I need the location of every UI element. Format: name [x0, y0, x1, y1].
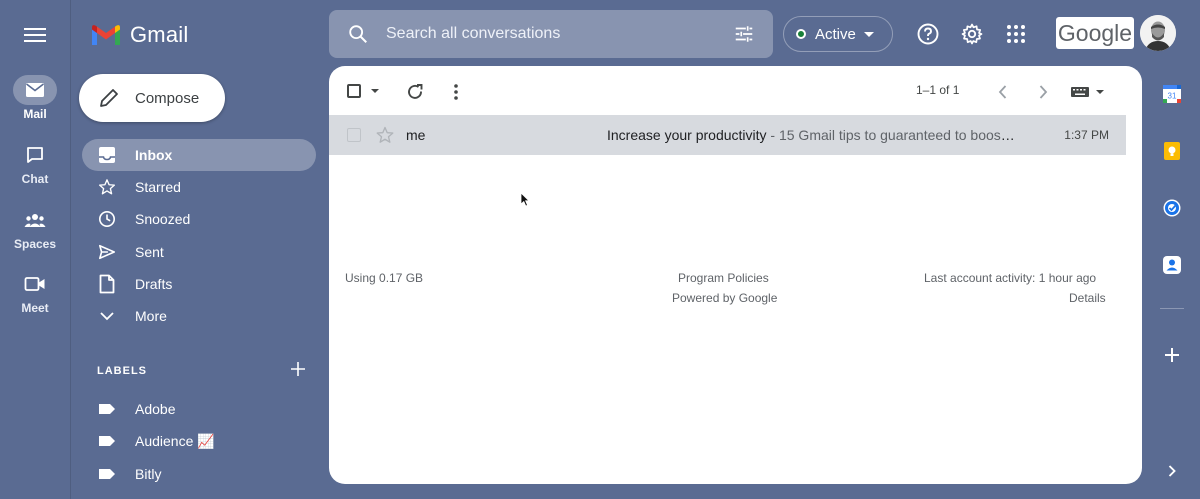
tasks-icon[interactable] [1162, 198, 1182, 218]
mouse-pointer-icon [520, 192, 530, 207]
chevron-down-icon [97, 306, 117, 326]
search-input[interactable]: Search all conversations [386, 25, 733, 43]
google-brand-text: Google [1057, 19, 1133, 46]
input-tools-button[interactable] [1070, 84, 1110, 100]
label-tag-icon [97, 399, 117, 419]
status-dot-icon [796, 29, 806, 39]
chevron-right-icon[interactable] [1033, 82, 1053, 102]
rail-item-label: Spaces [13, 237, 57, 251]
message-time: 1:37 PM [1064, 128, 1109, 142]
chat-icon [27, 147, 43, 163]
gmail-m-icon [92, 25, 120, 45]
nav-item-label: Starred [135, 179, 181, 195]
program-policies-link[interactable]: Program Policies [678, 271, 769, 285]
caret-down-icon [1096, 90, 1104, 94]
select-dropdown-icon[interactable] [371, 89, 379, 93]
label-tag-icon [97, 464, 117, 484]
chevron-left-icon[interactable] [993, 82, 1013, 102]
star-icon [97, 177, 117, 197]
nav-item-starred[interactable]: Starred [82, 171, 316, 203]
compose-button[interactable]: Compose [79, 74, 225, 122]
chevron-right-icon[interactable] [1162, 461, 1182, 481]
search-filter-icon[interactable] [733, 23, 755, 45]
nav-item-label: Sent [135, 244, 164, 260]
gmail-logo[interactable]: Gmail [90, 22, 188, 48]
inbox-icon [97, 145, 117, 165]
nav-item-inbox[interactable]: Inbox [82, 139, 316, 171]
nav-item-label: Inbox [135, 147, 173, 163]
app-rail: Mail Chat Spaces Meet [0, 0, 71, 499]
apps-grid-icon[interactable] [1004, 22, 1028, 46]
file-icon [97, 274, 117, 294]
nav-item-more[interactable]: More [82, 300, 316, 332]
message-sender: me [406, 127, 426, 143]
calendar-icon[interactable]: 31 [1162, 84, 1182, 104]
nav-item-label: Snoozed [135, 211, 191, 227]
nav-item-label: Drafts [135, 276, 173, 292]
storage-usage: Using 0.17 GB [345, 271, 424, 285]
status-label: Active [815, 25, 856, 43]
side-panel-divider [1160, 308, 1184, 309]
message-subject: Increase your productivity [607, 127, 767, 143]
pencil-icon [100, 89, 118, 107]
side-panel: 31 [1150, 66, 1200, 499]
nav-item-snoozed[interactable]: Snoozed [82, 203, 316, 235]
app-name: Gmail [130, 22, 189, 47]
help-icon[interactable] [916, 22, 940, 46]
details-link[interactable]: Details [1069, 291, 1106, 305]
last-activity-text: Last account activity: 1 hour ago [924, 271, 1097, 285]
label-item-audience[interactable]: Audience 📈 [82, 425, 316, 457]
label-item-text: Audience 📈 [135, 432, 215, 449]
svg-text:31: 31 [1168, 92, 1177, 101]
rail-item-spaces[interactable]: Spaces [0, 205, 70, 251]
main-menu-icon[interactable] [22, 24, 48, 44]
rail-item-meet[interactable]: Meet [0, 269, 70, 315]
clock-icon [97, 209, 117, 229]
rail-item-mail[interactable]: Mail [0, 75, 70, 121]
caret-down-icon [863, 31, 874, 37]
label-tag-icon [97, 431, 117, 451]
plus-icon[interactable] [1162, 345, 1182, 365]
google-account-brand[interactable]: Google [1056, 17, 1134, 49]
nav-item-label: More [135, 308, 167, 324]
labels-heading: LABELS [97, 365, 147, 377]
powered-by-text: Powered by Google [672, 291, 778, 305]
rail-item-chat[interactable]: Chat [0, 140, 70, 186]
select-all-checkbox[interactable] [347, 84, 361, 98]
table-row[interactable]: me Increase your productivity - 15 Gmail… [329, 115, 1126, 155]
message-snippet: - 15 Gmail tips to guaranteed to boost y… [770, 127, 1017, 143]
status-selector[interactable]: Active [783, 16, 893, 52]
user-portrait-icon [1140, 15, 1176, 51]
label-item-text: Bitly [135, 466, 162, 482]
contacts-icon[interactable] [1162, 255, 1182, 275]
message-list-panel: 1–1 of 1 me Increase your productivity -… [329, 66, 1142, 484]
search-icon[interactable] [347, 23, 369, 45]
nav-item-sent[interactable]: Sent [82, 236, 316, 268]
rail-item-label: Mail [23, 107, 47, 121]
send-icon [97, 242, 117, 262]
avatar[interactable] [1140, 15, 1176, 51]
label-item-bitly[interactable]: Bitly [82, 458, 316, 490]
add-label-icon[interactable] [289, 360, 307, 378]
nav-item-drafts[interactable]: Drafts [82, 268, 316, 300]
pagination-text: 1–1 of 1 [916, 83, 960, 97]
star-icon[interactable] [375, 125, 395, 145]
compose-label: Compose [135, 89, 200, 107]
label-item-adobe[interactable]: Adobe [82, 393, 316, 425]
message-preview: Increase your productivity - 15 Gmail ti… [607, 127, 1017, 143]
gear-icon[interactable] [960, 22, 984, 46]
spaces-icon [24, 214, 46, 227]
keep-icon[interactable] [1162, 141, 1182, 161]
rail-item-label: Chat [21, 172, 49, 186]
row-checkbox[interactable] [347, 128, 361, 142]
more-vertical-icon[interactable] [446, 82, 466, 102]
search-bar[interactable]: Search all conversations [329, 10, 773, 58]
label-item-text: Adobe [135, 401, 176, 417]
rail-item-label: Meet [21, 301, 49, 315]
mail-icon [26, 83, 44, 97]
video-camera-icon [24, 277, 45, 291]
keyboard-icon [1071, 87, 1089, 97]
refresh-icon[interactable] [405, 82, 425, 102]
